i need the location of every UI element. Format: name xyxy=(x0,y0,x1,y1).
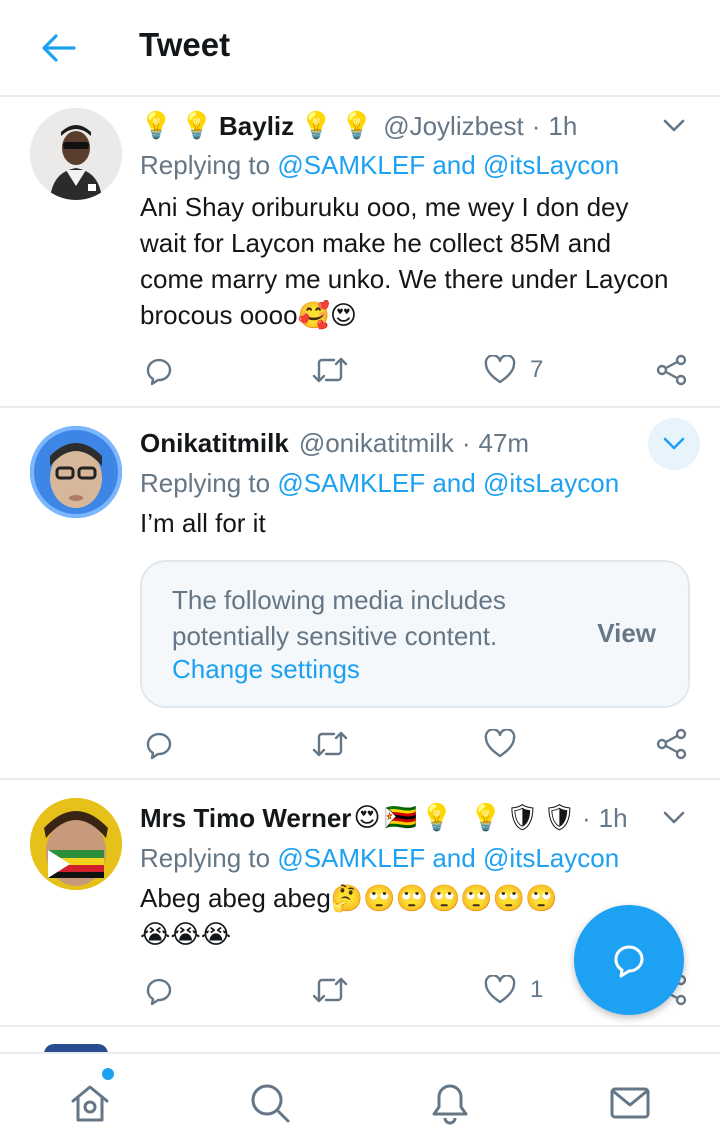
tweet-text: Ani Shay oriburuku ooo, me wey I don dey… xyxy=(140,192,669,330)
search-icon xyxy=(251,1084,290,1123)
replying-label: Replying to xyxy=(140,150,271,180)
separator-dot: · xyxy=(461,427,471,458)
separator-dot: · xyxy=(581,802,591,833)
tweet-header: Onikatitmilk @onikatitmilk · 47m xyxy=(140,425,529,461)
retweet-icon xyxy=(312,731,348,757)
mention-link[interactable]: @itsLaycon xyxy=(483,468,619,498)
bottom-navigation xyxy=(0,1052,720,1148)
retweet-icon xyxy=(312,977,348,1003)
tweet-text: Abeg abeg abeg🤔🙄🙄🙄🙄🙄🙄😭😭😭 xyxy=(140,883,558,949)
mention-and[interactable]: and xyxy=(432,843,475,873)
heart-icon xyxy=(484,729,516,758)
tweet-actions xyxy=(0,724,720,764)
tweet-menu-button[interactable] xyxy=(648,418,700,470)
user-handle[interactable]: @Joylizbest xyxy=(383,111,524,142)
separator-dot: · xyxy=(531,110,541,141)
reply-button[interactable] xyxy=(142,350,174,390)
nav-home[interactable] xyxy=(65,1078,115,1128)
flag-emoji-icon: 😍🇿🇼💡 💡🛡🛡 xyxy=(353,803,580,833)
reply-icon xyxy=(146,978,172,1006)
display-name[interactable]: Mrs Timo Werner xyxy=(140,803,351,834)
tweet-header: Mrs Timo Werner 😍🇿🇼💡 💡🛡🛡 · 1h xyxy=(140,800,628,836)
mail-icon xyxy=(610,1087,650,1119)
mention-link[interactable]: @itsLaycon xyxy=(483,150,619,180)
sensitive-media-message: The following media includes potentially… xyxy=(172,585,506,651)
home-icon xyxy=(71,1085,109,1122)
heart-icon xyxy=(484,975,516,1004)
mention-link[interactable]: @SAMKLEF xyxy=(277,150,425,180)
timestamp[interactable]: 47m xyxy=(478,428,529,459)
retweet-button[interactable] xyxy=(312,724,348,764)
share-icon xyxy=(656,354,687,386)
mention-link[interactable]: @itsLaycon xyxy=(483,843,619,873)
mention-link[interactable]: @SAMKLEF xyxy=(277,468,425,498)
bell-icon xyxy=(432,1084,468,1125)
nav-search[interactable] xyxy=(245,1078,295,1128)
chevron-down-icon xyxy=(663,119,685,132)
compose-reply-icon xyxy=(614,945,644,978)
sensitive-media-notice: The following media includes potentially… xyxy=(140,560,690,708)
back-button[interactable] xyxy=(36,28,80,68)
home-unread-dot xyxy=(102,1068,114,1080)
nav-notifications[interactable] xyxy=(425,1078,475,1128)
reply-icon xyxy=(146,358,172,386)
tweet-1[interactable]: 💡 💡 Bayliz 💡 💡 @Joylizbest · 1h Replying… xyxy=(0,97,720,408)
avatar[interactable] xyxy=(30,108,122,200)
page-title: Tweet xyxy=(139,26,231,63)
replying-label: Replying to xyxy=(140,843,271,873)
mention-and[interactable]: and xyxy=(432,150,475,180)
replying-to: Replying to @SAMKLEF and @itsLaycon xyxy=(140,468,619,499)
reply-button[interactable] xyxy=(142,724,174,764)
top-bar: Tweet xyxy=(0,0,720,97)
display-name[interactable]: Bayliz xyxy=(219,111,294,142)
display-name[interactable]: Onikatitmilk xyxy=(140,428,289,459)
tweet-actions: 7 xyxy=(0,350,720,390)
replying-to: Replying to @SAMKLEF and @itsLaycon xyxy=(140,843,619,874)
replying-label: Replying to xyxy=(140,468,271,498)
view-media-button[interactable]: View xyxy=(597,618,656,649)
nav-messages[interactable] xyxy=(605,1078,655,1128)
retweet-button[interactable] xyxy=(312,350,348,390)
mention-link[interactable]: @SAMKLEF xyxy=(277,843,425,873)
like-button[interactable]: 1 xyxy=(484,970,543,1010)
bulb-emoji-icon: 💡 💡 xyxy=(300,111,374,141)
like-button[interactable]: 7 xyxy=(484,350,543,390)
tweet-menu-button[interactable] xyxy=(654,798,694,838)
timestamp[interactable]: 1h xyxy=(548,111,577,142)
like-count: 7 xyxy=(530,356,544,383)
heart-icon xyxy=(484,355,516,384)
mention-and[interactable]: and xyxy=(432,468,475,498)
like-button[interactable] xyxy=(484,724,516,764)
share-icon xyxy=(656,728,687,760)
tweet-menu-button[interactable] xyxy=(654,106,694,146)
reply-icon xyxy=(146,732,172,760)
avatar[interactable] xyxy=(30,798,122,890)
tweet-header: 💡 💡 Bayliz 💡 💡 @Joylizbest · 1h xyxy=(140,108,577,144)
share-button[interactable] xyxy=(656,350,688,390)
avatar[interactable] xyxy=(30,426,122,518)
arrow-left-icon xyxy=(42,34,76,62)
compose-reply-button[interactable] xyxy=(574,905,684,1015)
replying-to: Replying to @SAMKLEF and @itsLaycon xyxy=(140,150,619,181)
share-button[interactable] xyxy=(656,724,688,764)
timestamp[interactable]: 1h xyxy=(599,803,628,834)
change-settings-link[interactable]: Change settings xyxy=(172,654,360,685)
bulb-emoji-icon: 💡 💡 xyxy=(140,111,214,141)
user-handle[interactable]: @onikatitmilk xyxy=(299,428,454,459)
like-count: 1 xyxy=(530,976,544,1003)
tweet-text: I’m all for it xyxy=(140,508,266,538)
chevron-down-icon xyxy=(663,437,685,450)
retweet-icon xyxy=(312,357,348,383)
retweet-button[interactable] xyxy=(312,970,348,1010)
reply-button[interactable] xyxy=(142,970,174,1010)
chevron-down-icon xyxy=(663,811,685,824)
